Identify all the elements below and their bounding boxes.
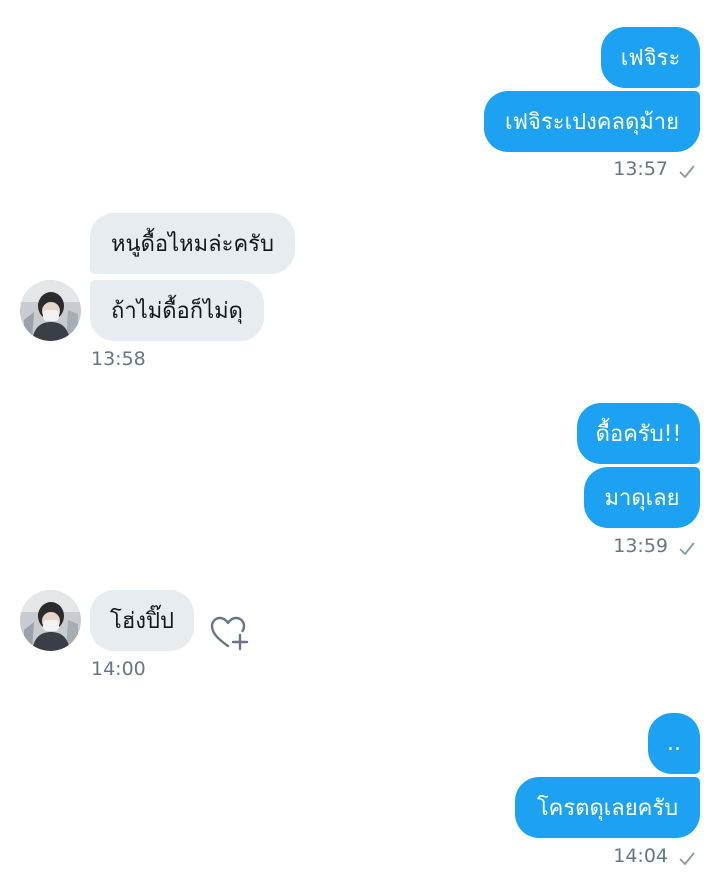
conversation-view: เฟจิระ เฟจิระเปงคลดุม้าย 13:57 หนูดื้อไห… bbox=[0, 0, 720, 888]
message-text: เฟจิระ bbox=[620, 46, 681, 71]
message-timestamp: 13:57 bbox=[613, 158, 668, 180]
message-text: โฮ่งปิ๊ป bbox=[110, 609, 174, 634]
incoming-message[interactable]: ถ้าไม่ดื้อก็ไม่ดุ bbox=[90, 280, 264, 341]
heart-plus-icon[interactable] bbox=[209, 615, 249, 651]
outgoing-message[interactable]: ดื้อครับ!! bbox=[577, 403, 700, 464]
message-text: ดื้อครับ!! bbox=[595, 422, 682, 447]
message-timestamp: 13:58 bbox=[91, 348, 146, 370]
message-text: ถ้าไม่ดื้อก็ไม่ดุ bbox=[111, 299, 243, 324]
message-text: .. bbox=[667, 731, 681, 756]
outgoing-message[interactable]: โครตดุเลยครับ bbox=[515, 777, 700, 838]
avatar-image bbox=[20, 280, 81, 341]
message-timestamp: 14:04 bbox=[613, 845, 668, 867]
outgoing-message[interactable]: .. bbox=[648, 713, 700, 774]
message-timestamp: 13:59 bbox=[613, 535, 668, 557]
message-text: โครตดุเลยครับ bbox=[536, 796, 679, 821]
check-icon bbox=[679, 852, 695, 865]
message-timestamp: 14:00 bbox=[91, 658, 146, 680]
message-text: หนูดื้อไหมล่ะครับ bbox=[111, 232, 274, 257]
check-icon bbox=[679, 542, 695, 555]
incoming-message[interactable]: หนูดื้อไหมล่ะครับ bbox=[90, 213, 295, 274]
avatar-image bbox=[20, 590, 81, 651]
incoming-message[interactable]: โฮ่งปิ๊ป bbox=[90, 590, 194, 651]
outgoing-message[interactable]: มาดุเลย bbox=[584, 467, 700, 528]
check-icon bbox=[679, 165, 695, 178]
message-text: มาดุเลย bbox=[604, 486, 680, 511]
message-text: เฟจิระเปงคลดุม้าย bbox=[504, 110, 680, 135]
avatar[interactable] bbox=[20, 590, 81, 651]
outgoing-message[interactable]: เฟจิระเปงคลดุม้าย bbox=[484, 91, 700, 152]
avatar[interactable] bbox=[20, 280, 81, 341]
outgoing-message[interactable]: เฟจิระ bbox=[601, 27, 700, 88]
